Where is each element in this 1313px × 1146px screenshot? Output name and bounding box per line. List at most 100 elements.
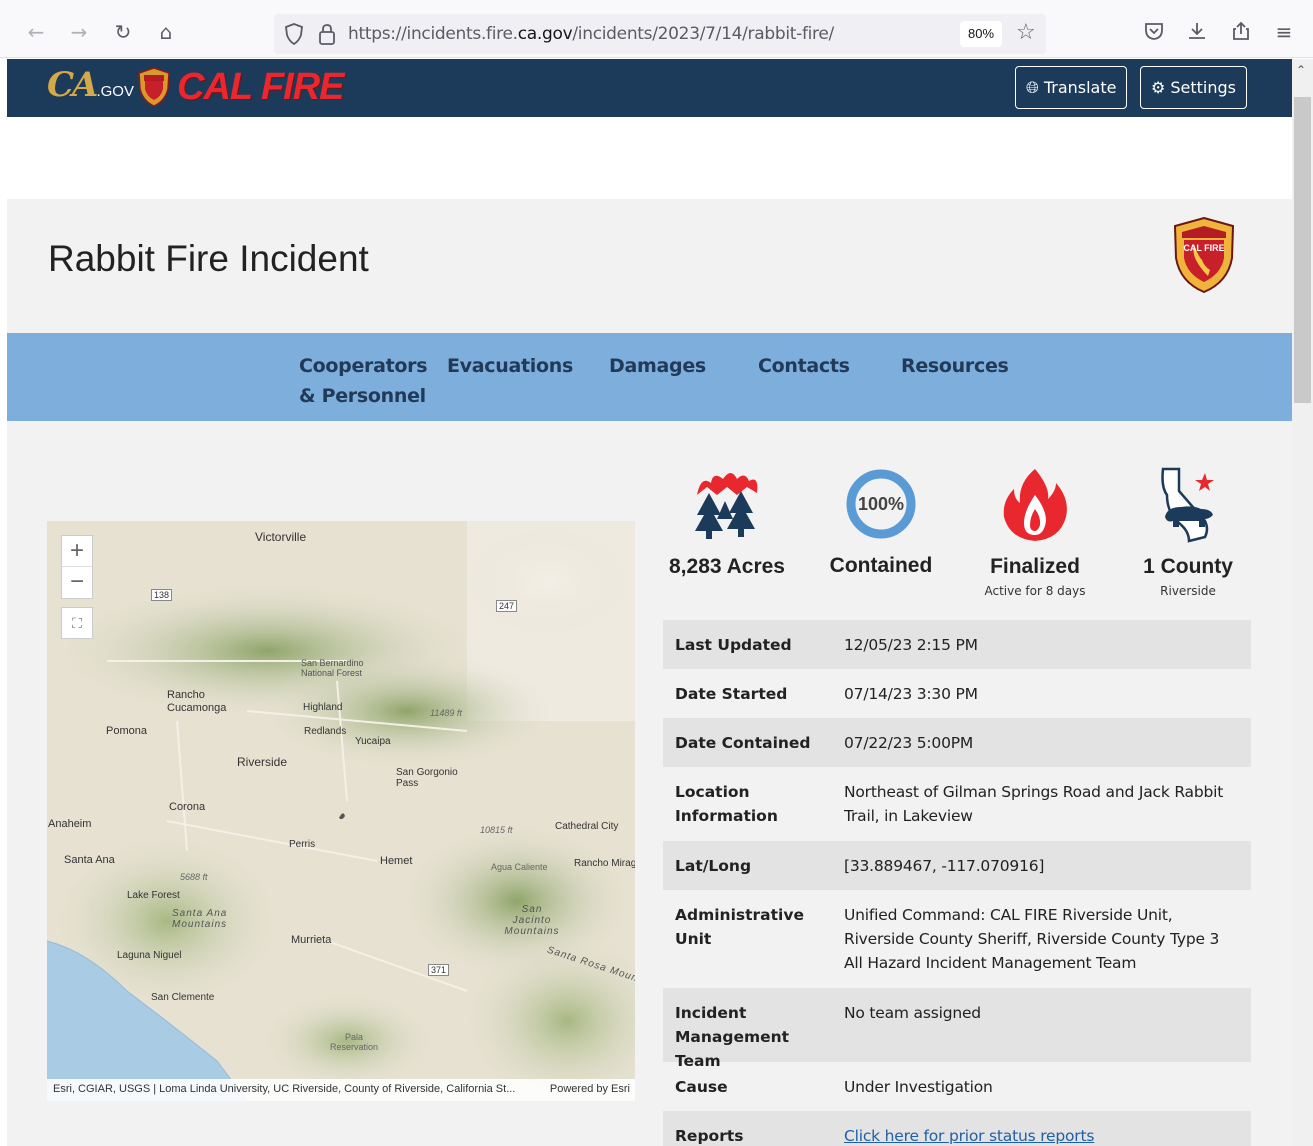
map-label-redlands: Redlands xyxy=(304,726,347,737)
info-key: Date Contained xyxy=(675,734,811,752)
translate-label: Translate xyxy=(1043,78,1117,97)
map-label-sb-national-forest: San Bernardino National Forest xyxy=(301,658,364,678)
active-duration: Active for 8 days xyxy=(984,584,1086,598)
lock-icon[interactable] xyxy=(318,23,336,45)
info-value: 07/14/23 3:30 PM xyxy=(844,685,978,703)
top-spacer xyxy=(7,117,1292,199)
map-attribution: Esri, CGIAR, USGS | Loma Linda Universit… xyxy=(47,1079,635,1101)
menu-icon[interactable]: ≡ xyxy=(1272,20,1296,44)
attribution-text: Esri, CGIAR, USGS | Loma Linda Universit… xyxy=(53,1083,516,1095)
gear-icon: ⚙ xyxy=(1151,78,1166,97)
tab-damages[interactable]: Damages xyxy=(609,351,706,381)
url-text[interactable]: https://incidents.fire.ca.gov/incidents/… xyxy=(348,24,834,44)
info-value: No team assigned xyxy=(844,1004,981,1022)
share-icon[interactable] xyxy=(1229,20,1253,44)
california-bear-icon xyxy=(1161,467,1214,543)
title-area: Rabbit Fire Incident CAL FIRE xyxy=(7,204,1292,334)
info-key: Incident Management Team xyxy=(675,1004,790,1070)
zoom-out-button[interactable]: − xyxy=(62,567,92,598)
back-icon[interactable]: ← xyxy=(24,20,48,44)
map-label-laguna-niguel: Laguna Niguel xyxy=(117,950,182,961)
shield-icon[interactable] xyxy=(284,23,304,45)
map-label-peak-11489: 11489 ft xyxy=(430,708,462,718)
globe-icon: 🌐︎ xyxy=(1026,77,1039,97)
info-value: Unified Command: CAL FIRE Riverside Unit… xyxy=(844,906,1220,972)
map-label-santa-ana: Santa Ana xyxy=(64,854,115,866)
cal-fire-badge-icon: CAL FIRE xyxy=(1173,216,1235,294)
browser-toolbar: ← → ↻ ⌂ https://incidents.fire.ca.gov/in… xyxy=(0,0,1313,58)
map-label-rancho-cucamonga: Rancho Cucamonga xyxy=(167,689,227,714)
svg-text:CAL FIRE: CAL FIRE xyxy=(1183,243,1224,253)
map-label-murrieta: Murrieta xyxy=(291,934,332,946)
expand-map-icon[interactable]: ⛶ xyxy=(61,607,93,639)
map-label-rancho-mirage: Rancho Mirag xyxy=(574,858,635,869)
scroll-up-icon[interactable]: ⌃ xyxy=(1296,63,1306,77)
containment-value: Contained xyxy=(829,554,933,577)
zoom-in-button[interactable]: + xyxy=(62,536,92,567)
map-label-cathedral-city: Cathedral City xyxy=(555,821,619,832)
info-row-admin-unit: Administrative Unit Unified Command: CAL… xyxy=(663,890,1251,988)
address-bar[interactable]: https://incidents.fire.ca.gov/incidents/… xyxy=(274,14,1046,54)
map-label-highland: Highland xyxy=(303,702,343,713)
pocket-icon[interactable] xyxy=(1142,20,1166,44)
info-row-cause: Cause Under Investigation xyxy=(663,1062,1251,1111)
info-key: Lat/Long xyxy=(675,857,752,875)
page-content: Rabbit Fire Incident CAL FIRE Cooperator… xyxy=(7,117,1292,1146)
reload-icon[interactable]: ↻ xyxy=(111,20,135,44)
info-row-last-updated: Last Updated 12/05/23 2:15 PM xyxy=(663,620,1251,669)
bookmark-star-icon[interactable]: ☆ xyxy=(1016,20,1036,45)
tab-contacts[interactable]: Contacts xyxy=(758,351,850,381)
settings-button[interactable]: ⚙ Settings xyxy=(1140,66,1247,109)
page-scrollbar[interactable]: ⌃ xyxy=(1292,59,1313,1146)
info-value: [33.889467, -117.070916] xyxy=(844,857,1045,875)
download-icon[interactable] xyxy=(1185,20,1209,44)
info-row-date-contained: Date Contained 07/22/23 5:00PM xyxy=(663,718,1251,767)
map-label-san-jacinto-mountains: San Jacinto Mountains xyxy=(504,904,560,937)
map-label-hemet: Hemet xyxy=(380,855,413,867)
scroll-thumb[interactable] xyxy=(1294,97,1311,403)
home-icon[interactable]: ⌂ xyxy=(154,20,178,44)
map-label-yucaipa: Yucaipa xyxy=(355,736,391,747)
cal-fire-logo[interactable]: CAL FIRE xyxy=(137,66,345,108)
tab-evacuations[interactable]: Evacuations xyxy=(447,351,573,381)
info-key: Administrative Unit xyxy=(675,906,804,948)
map-zoom-control: + − xyxy=(61,535,93,599)
tab-cooperators-personnel[interactable]: Cooperators & Personnel xyxy=(299,351,428,411)
map-label-san-clemente: San Clemente xyxy=(151,992,215,1003)
info-key: Cause xyxy=(675,1078,728,1096)
incident-tab-bar: Cooperators & Personnel Evacuations Damag… xyxy=(7,333,1292,421)
site-header: CA.GOV CAL FIRE 🌐︎ Translate ⚙ Settings xyxy=(7,59,1292,117)
map-label-pala-reservation: Pala Reservation xyxy=(329,1032,379,1052)
flame-icon xyxy=(1003,469,1067,541)
county-name: Riverside xyxy=(1160,584,1216,598)
burning-trees-icon xyxy=(695,473,758,539)
map-terrain[interactable] xyxy=(47,521,635,1101)
ca-gov-logo[interactable]: CA.GOV xyxy=(47,65,134,105)
info-key: Location Information xyxy=(675,783,778,825)
info-value: Northeast of Gilman Springs Road and Jac… xyxy=(844,783,1224,825)
cal-fire-shield-icon xyxy=(138,67,170,107)
incident-info-table: Last Updated 12/05/23 2:15 PM Date Start… xyxy=(663,620,1251,1146)
map-route-371: 371 xyxy=(428,964,450,976)
map-label-peak-10815: 10815 ft xyxy=(480,825,513,835)
map-route-247: 247 xyxy=(496,600,518,612)
incident-map[interactable]: Victorville Rancho Cucamonga Pomona Rive… xyxy=(47,521,635,1101)
info-row-reports: Reports Click here for prior status repo… xyxy=(663,1111,1251,1146)
map-label-agua-caliente: Agua Caliente xyxy=(491,862,548,872)
info-row-imt: Incident Management Team No team assigne… xyxy=(663,988,1251,1070)
map-route-138: 138 xyxy=(151,589,173,601)
map-label-san-gorgonio-pass: San Gorgonio Pass xyxy=(396,767,458,789)
forward-icon[interactable]: → xyxy=(67,20,91,44)
translate-button[interactable]: 🌐︎ Translate xyxy=(1015,66,1128,109)
prior-reports-link[interactable]: Click here for prior status reports xyxy=(844,1127,1094,1145)
powered-by-esri[interactable]: Powered by Esri xyxy=(550,1083,630,1095)
map-label-riverside: Riverside xyxy=(237,755,288,769)
info-row-lat-long: Lat/Long [33.889467, -117.070916] xyxy=(663,841,1251,890)
map-label-anaheim: Anaheim xyxy=(48,818,92,830)
info-key: Reports xyxy=(675,1127,744,1145)
map-label-peak-5688: 5688 ft xyxy=(180,872,208,882)
zoom-level[interactable]: 80% xyxy=(960,21,1002,47)
containment-ring-icon: 100% xyxy=(846,469,916,539)
tab-resources[interactable]: Resources xyxy=(901,351,1009,381)
settings-label: Settings xyxy=(1170,78,1236,97)
